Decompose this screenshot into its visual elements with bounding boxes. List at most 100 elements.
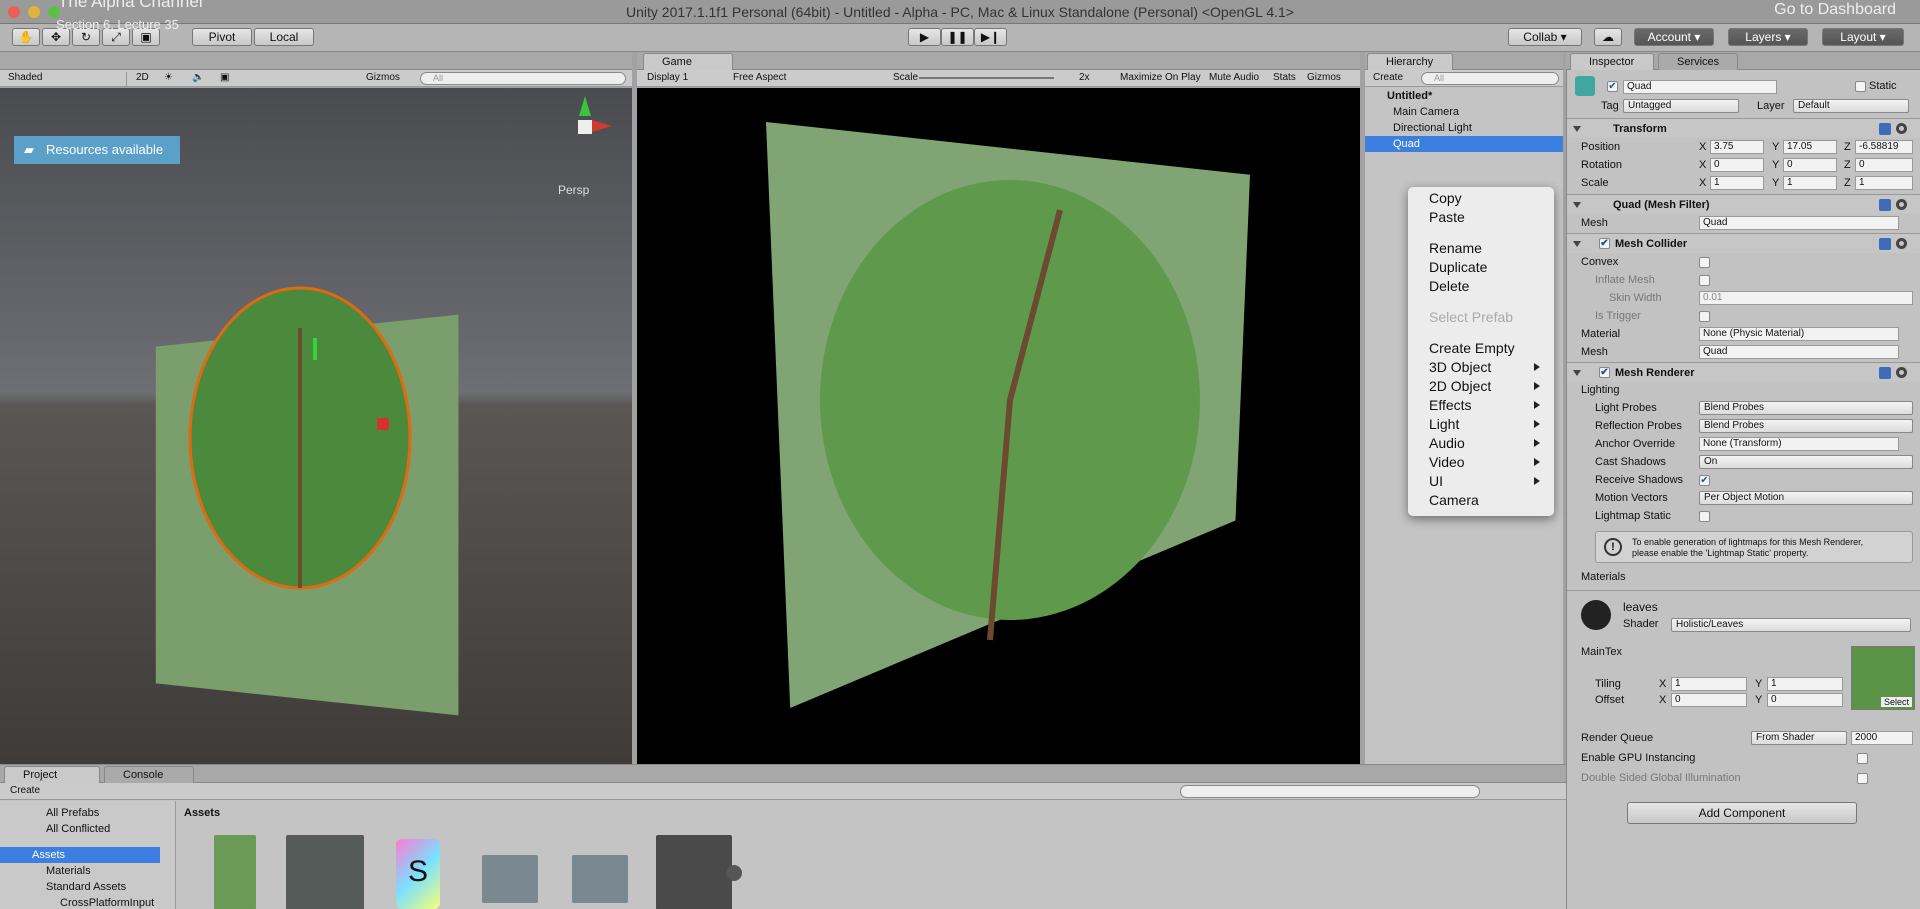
mesh-collider-header[interactable]: ✔ Mesh Collider	[1567, 233, 1920, 253]
tag-dropdown[interactable]: Untagged	[1623, 99, 1739, 113]
menu-item-ui[interactable]: UI	[1408, 472, 1554, 491]
menu-item-video[interactable]: Video	[1408, 453, 1554, 472]
scale-z-field[interactable]: 1	[1855, 176, 1913, 190]
2d-toggle[interactable]: 2D	[136, 72, 149, 83]
scene-gizmos-dropdown[interactable]: Gizmos	[366, 72, 400, 83]
gear-icon[interactable]	[1896, 123, 1907, 134]
pivot-toggle[interactable]: Pivot	[192, 28, 252, 46]
layout-dropdown[interactable]: Layout ▾	[1822, 28, 1904, 46]
persp-label[interactable]: Persp	[558, 183, 589, 197]
tab-services[interactable]: Services	[1658, 53, 1738, 70]
transform-header[interactable]: Transform	[1567, 118, 1920, 138]
account-dropdown[interactable]: Account ▾	[1634, 28, 1714, 46]
light-probes-dropdown[interactable]: Blend Probes	[1699, 401, 1913, 415]
hand-tool-icon[interactable]: ✋	[12, 28, 40, 46]
physic-material-field[interactable]: None (Physic Material)	[1699, 327, 1899, 341]
cloud-icon[interactable]: ☁	[1594, 28, 1622, 46]
maximize-on-play-toggle[interactable]: Maximize On Play	[1120, 72, 1201, 83]
tree-item-materials[interactable]: Materials	[0, 863, 198, 879]
static-checkbox[interactable]	[1855, 81, 1866, 92]
hierarchy-search-input[interactable]: All	[1421, 72, 1559, 85]
project-create-dropdown[interactable]: Create	[10, 785, 40, 796]
shading-mode-dropdown[interactable]: Shaded	[8, 72, 42, 83]
scale-y-field[interactable]: 1	[1783, 176, 1837, 190]
position-x-field[interactable]: 3.75	[1710, 140, 1764, 154]
help-icon[interactable]	[1879, 199, 1891, 211]
menu-item-create-empty[interactable]: Create Empty	[1408, 339, 1554, 358]
asset-thumb-leaves-texture[interactable]	[214, 835, 256, 909]
scene-root-item[interactable]: Untitled*	[1365, 88, 1563, 104]
aspect-dropdown[interactable]: Free Aspect	[733, 72, 786, 83]
go-to-dashboard-link[interactable]: Go to Dashboard	[1774, 1, 1896, 19]
layer-dropdown[interactable]: Default	[1793, 99, 1909, 113]
pause-button[interactable]: ❚❚	[941, 28, 974, 46]
mesh-filter-header[interactable]: Quad (Mesh Filter)	[1567, 194, 1920, 214]
asset-play-icon[interactable]	[726, 865, 742, 881]
scale-slider[interactable]	[919, 77, 1054, 79]
orientation-gizmo[interactable]	[554, 96, 616, 158]
asset-thumb-leaves-material[interactable]	[286, 835, 364, 909]
menu-item-delete[interactable]: Delete	[1408, 277, 1554, 296]
tab-hierarchy[interactable]: Hierarchy	[1367, 53, 1453, 70]
materials-foldout[interactable]: Materials	[1581, 569, 1626, 585]
move-gizmo-y-axis[interactable]	[313, 338, 317, 360]
asset-thumb-model[interactable]	[656, 835, 732, 909]
tiling-x-field[interactable]: 1	[1671, 677, 1747, 691]
layers-dropdown[interactable]: Layers ▾	[1728, 28, 1808, 46]
collab-dropdown[interactable]: Collab ▾	[1508, 28, 1582, 46]
tree-item-crossplatforminput[interactable]: CrossPlatformInput	[0, 895, 198, 909]
asset-thumb-folder-1[interactable]	[482, 855, 538, 903]
menu-item-3d-object[interactable]: 3D Object	[1408, 358, 1554, 377]
menu-item-rename[interactable]: Rename	[1408, 239, 1554, 258]
position-y-field[interactable]: 17.05	[1783, 140, 1837, 154]
help-icon[interactable]	[1879, 367, 1891, 379]
rotation-y-field[interactable]: 0	[1783, 158, 1837, 172]
offset-y-field[interactable]: 0	[1767, 693, 1843, 707]
motion-vectors-dropdown[interactable]: Per Object Motion	[1699, 491, 1913, 505]
scale-x-field[interactable]: 1	[1710, 176, 1764, 190]
active-checkbox[interactable]: ✔	[1607, 81, 1618, 92]
hierarchy-item-quad[interactable]: Quad	[1365, 136, 1563, 152]
hierarchy-item-main-camera[interactable]: Main Camera	[1365, 104, 1563, 120]
object-name-input[interactable]: Quad	[1623, 80, 1777, 94]
menu-item-paste[interactable]: Paste	[1408, 208, 1554, 227]
favorite-all-prefabs[interactable]: All Prefabs	[0, 805, 198, 821]
tiling-y-field[interactable]: 1	[1767, 677, 1843, 691]
gear-icon[interactable]	[1896, 238, 1907, 249]
gpu-instancing-checkbox[interactable]	[1857, 753, 1868, 764]
lighting-foldout[interactable]: Lighting	[1581, 382, 1620, 398]
local-toggle[interactable]: Local	[254, 28, 314, 46]
add-component-button[interactable]: Add Component	[1627, 802, 1857, 824]
cast-shadows-dropdown[interactable]: On	[1699, 455, 1913, 469]
mesh-field[interactable]: Quad	[1699, 216, 1899, 230]
rotation-x-field[interactable]: 0	[1710, 158, 1764, 172]
tab-game[interactable]: Game	[643, 53, 733, 70]
gear-icon[interactable]	[1896, 367, 1907, 378]
scene-search-input[interactable]: All	[420, 72, 626, 85]
mesh-renderer-enabled-checkbox[interactable]: ✔	[1599, 367, 1610, 378]
menu-item-audio[interactable]: Audio	[1408, 434, 1554, 453]
move-gizmo-x-axis[interactable]	[377, 418, 389, 430]
project-search-input[interactable]	[1180, 785, 1480, 798]
display-dropdown[interactable]: Display 1	[647, 72, 688, 83]
menu-item-camera[interactable]: Camera	[1408, 491, 1554, 510]
shader-dropdown[interactable]: Holistic/Leaves	[1671, 618, 1911, 632]
audio-toggle-icon[interactable]: 🔈	[192, 72, 204, 83]
tree-item-standard-assets[interactable]: Standard Assets	[0, 879, 198, 895]
menu-item-2d-object[interactable]: 2D Object	[1408, 377, 1554, 396]
offset-x-field[interactable]: 0	[1671, 693, 1747, 707]
menu-item-light[interactable]: Light	[1408, 415, 1554, 434]
maintex-thumbnail[interactable]: Select	[1851, 646, 1915, 710]
render-queue-dropdown[interactable]: From Shader	[1751, 731, 1847, 745]
effects-toggle-icon[interactable]: ▣	[220, 72, 229, 83]
reflection-probes-dropdown[interactable]: Blend Probes	[1699, 419, 1913, 433]
stats-toggle[interactable]: Stats	[1273, 72, 1296, 83]
assets-breadcrumb[interactable]: Assets	[184, 807, 220, 819]
tab-console[interactable]: Console	[104, 766, 194, 783]
mesh-renderer-header[interactable]: ✔ Mesh Renderer	[1567, 362, 1920, 382]
resources-badge[interactable]: ▰ Resources available	[14, 136, 180, 164]
menu-item-copy[interactable]: Copy	[1408, 189, 1554, 208]
render-queue-field[interactable]: 2000	[1851, 731, 1913, 745]
game-gizmos-dropdown[interactable]: Gizmos	[1307, 72, 1341, 83]
receive-shadows-checkbox[interactable]: ✔	[1699, 475, 1710, 486]
